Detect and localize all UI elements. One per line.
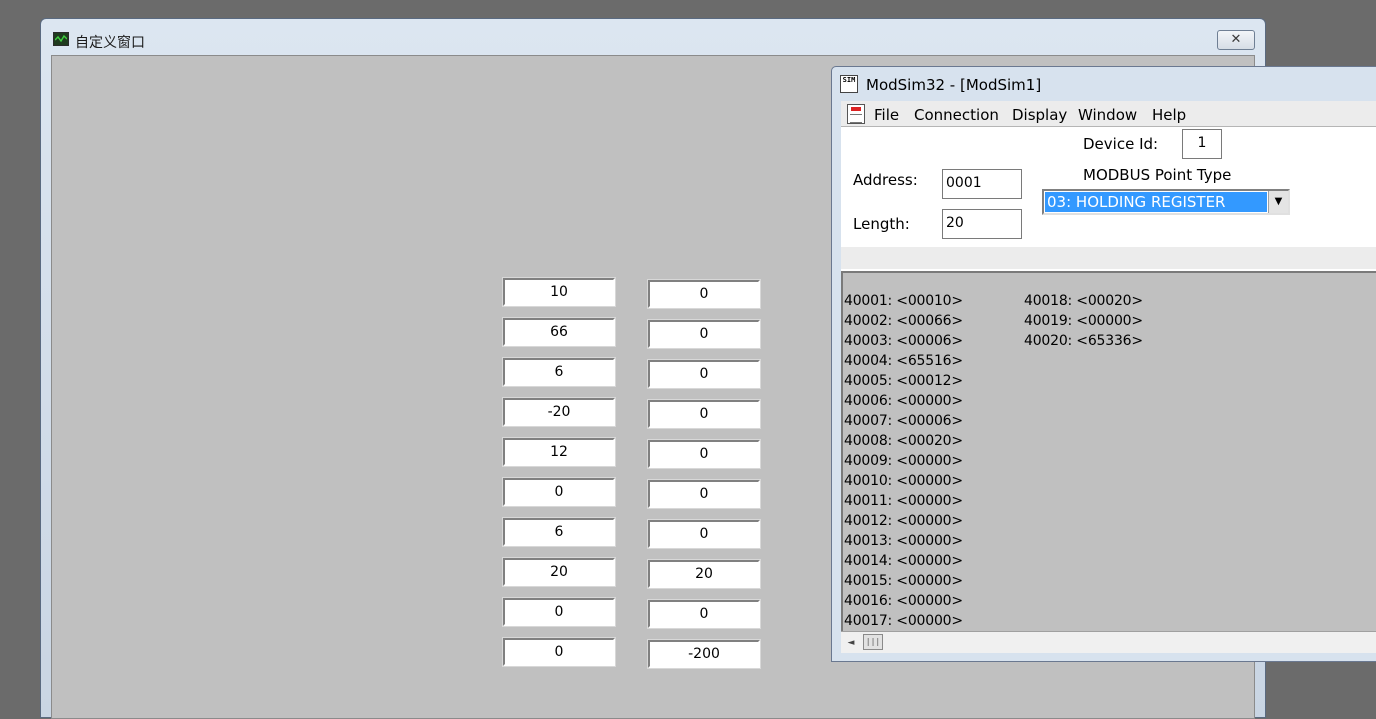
chevron-down-icon[interactable]: ▼: [1268, 191, 1288, 213]
register-row[interactable]: 40007: <00006>: [844, 413, 963, 429]
io-field-b[interactable]: 0: [647, 599, 761, 629]
modsim-titlebar[interactable]: SIM ModSim32 - [ModSim1]: [832, 67, 1376, 99]
register-row[interactable]: 40002: <00066>: [844, 313, 963, 329]
register-row[interactable]: 40014: <00000>: [844, 553, 963, 569]
register-row[interactable]: 40011: <00000>: [844, 493, 963, 509]
document-icon[interactable]: [847, 104, 865, 124]
menu-window[interactable]: Window: [1078, 106, 1137, 124]
menu-file[interactable]: File: [874, 106, 899, 124]
menu-bar: File Connection Display Window Help: [841, 101, 1376, 127]
scroll-left-icon[interactable]: ◄: [843, 635, 859, 651]
menu-help[interactable]: Help: [1152, 106, 1186, 124]
length-label: Length:: [853, 215, 910, 233]
close-button[interactable]: ✕: [1217, 30, 1255, 50]
register-row[interactable]: 40005: <00012>: [844, 373, 963, 389]
register-row[interactable]: 40019: <00000>: [1024, 313, 1143, 329]
address-label: Address:: [853, 171, 918, 189]
register-row[interactable]: 40001: <00010>: [844, 293, 963, 309]
io-field-a[interactable]: 0: [502, 637, 616, 667]
form-divider: [841, 247, 1376, 269]
point-type-selected: 03: HOLDING REGISTER: [1045, 192, 1267, 212]
modsim-window: SIM ModSim32 - [ModSim1] File Connection…: [831, 66, 1376, 662]
io-field-a[interactable]: 6: [502, 357, 616, 387]
io-field-b[interactable]: 0: [647, 279, 761, 309]
io-field-b[interactable]: 0: [647, 359, 761, 389]
register-row[interactable]: 40017: <00000>: [844, 613, 963, 629]
register-row[interactable]: 40010: <00000>: [844, 473, 963, 489]
io-field-a[interactable]: 0: [502, 597, 616, 627]
io-field-a[interactable]: 0: [502, 477, 616, 507]
modsim-title: ModSim32 - [ModSim1]: [866, 76, 1042, 94]
io-field-a[interactable]: -20: [502, 397, 616, 427]
point-type-dropdown[interactable]: 03: HOLDING REGISTER ▼: [1042, 189, 1290, 215]
io-field-a[interactable]: 20: [502, 557, 616, 587]
close-icon: ✕: [1230, 32, 1242, 47]
app-icon: [53, 32, 69, 46]
register-row[interactable]: 40012: <00000>: [844, 513, 963, 529]
io-field-b[interactable]: -200: [647, 639, 761, 669]
io-field-a[interactable]: 6: [502, 517, 616, 547]
io-field-b[interactable]: 0: [647, 479, 761, 509]
io-field-b[interactable]: 0: [647, 439, 761, 469]
menu-display[interactable]: Display: [1012, 106, 1067, 124]
register-row[interactable]: 40020: <65336>: [1024, 333, 1143, 349]
register-row[interactable]: 40016: <00000>: [844, 593, 963, 609]
modsim-settings-form: Device Id: 1 Address: 0001 MODBUS Point …: [841, 127, 1376, 271]
register-row[interactable]: 40003: <00006>: [844, 333, 963, 349]
modsim-icon-text: SIM: [842, 76, 856, 84]
custom-window-title: 自定义窗口: [75, 35, 145, 51]
register-row[interactable]: 40013: <00000>: [844, 533, 963, 549]
io-field-b[interactable]: 0: [647, 519, 761, 549]
register-row[interactable]: 40018: <00020>: [1024, 293, 1143, 309]
device-id-label: Device Id:: [1083, 135, 1159, 153]
io-field-a[interactable]: 10: [502, 277, 616, 307]
length-field[interactable]: 20: [942, 209, 1022, 239]
register-list[interactable]: 40001: <00010> 40002: <00066> 40003: <0000…: [841, 271, 1376, 631]
modsim-app-icon: SIM: [840, 75, 858, 93]
register-row[interactable]: 40004: <65516>: [844, 353, 963, 369]
register-row[interactable]: 40015: <00000>: [844, 573, 963, 589]
register-row[interactable]: 40006: <00000>: [844, 393, 963, 409]
horizontal-scrollbar[interactable]: ◄ |||: [841, 631, 1376, 653]
custom-window-titlebar[interactable]: 自定义窗口 ✕: [41, 19, 1265, 55]
io-field-b[interactable]: 20: [647, 559, 761, 589]
register-row[interactable]: 40009: <00000>: [844, 453, 963, 469]
address-field[interactable]: 0001: [942, 169, 1022, 199]
io-field-b[interactable]: 0: [647, 319, 761, 349]
io-field-a[interactable]: 66: [502, 317, 616, 347]
device-id-field[interactable]: 1: [1182, 129, 1222, 159]
menu-connection[interactable]: Connection: [914, 106, 999, 124]
io-field-a[interactable]: 12: [502, 437, 616, 467]
scroll-thumb[interactable]: |||: [863, 634, 883, 650]
point-type-label: MODBUS Point Type: [1083, 166, 1232, 184]
register-row[interactable]: 40008: <00020>: [844, 433, 963, 449]
io-field-b[interactable]: 0: [647, 399, 761, 429]
